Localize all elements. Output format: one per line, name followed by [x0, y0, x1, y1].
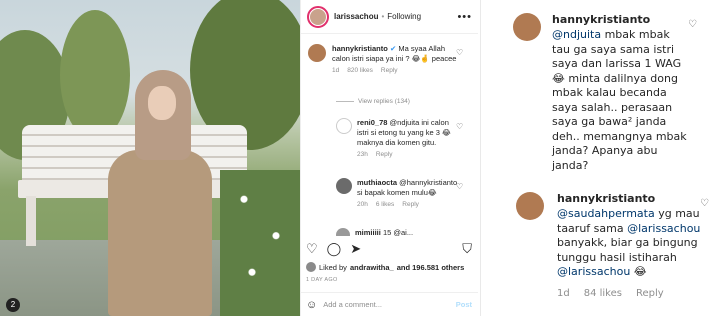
tree-mid — [60, 10, 130, 140]
reply-reni0_78: reni0_78 @ndjuita ini calon istri si eto… — [336, 118, 460, 158]
comment-time: 23h — [357, 151, 368, 158]
commenter-avatar[interactable] — [336, 118, 352, 134]
post-photo: 2 — [0, 0, 300, 316]
comment-username[interactable]: reni0_78 — [357, 118, 387, 127]
post-date: 1 DAY AGO — [306, 277, 338, 283]
comment-likes[interactable]: 820 likes — [347, 67, 373, 74]
author-username[interactable]: larissachou — [334, 12, 378, 21]
comment-time: 1d — [332, 67, 340, 74]
mention-link[interactable]: @saudahpermata — [557, 207, 655, 220]
comment-like-icon[interactable]: ♡ — [456, 122, 463, 131]
commenter-avatar[interactable] — [336, 178, 352, 194]
figure-face — [148, 86, 176, 120]
comment-input[interactable]: Add a comment... — [323, 300, 382, 309]
comment-icon[interactable]: ◯ — [327, 241, 342, 257]
commenter-avatar[interactable] — [308, 44, 326, 62]
zoom-like-icon[interactable]: ♡ — [688, 19, 697, 30]
liker-avatar[interactable] — [306, 262, 316, 272]
comment-reply-button[interactable]: Reply — [381, 67, 398, 74]
likes-others[interactable]: and 196.581 others — [397, 263, 465, 272]
reply-muthiaocta: muthiaocta @hannykristianto si bapak kom… — [336, 178, 460, 208]
author-avatar[interactable] — [307, 5, 329, 28]
comment-username[interactable]: hannykristianto — [332, 44, 388, 53]
comment-username[interactable]: mimiiiii — [355, 228, 381, 236]
comment-time: 20h — [357, 201, 368, 208]
commenter-avatar[interactable] — [336, 228, 350, 236]
header-separator: • — [381, 12, 385, 21]
verified-icon: ✔ — [389, 44, 397, 53]
bench-leg-left — [26, 196, 36, 246]
mention-link[interactable]: @ndjuita — [552, 28, 601, 41]
zoom-comment-top: hannykristianto @ndjuita mbak mbak tau g… — [513, 13, 688, 173]
flowers — [220, 170, 300, 316]
comment-like-icon[interactable]: ♡ — [456, 182, 463, 191]
zoom-like-icon[interactable]: ♡ — [700, 198, 709, 209]
more-options-icon[interactable]: ••• — [457, 11, 472, 23]
mention-link[interactable]: @larissachou — [627, 222, 700, 235]
zoom-comment-text: mbak mbak tau ga saya sama istri saya da… — [552, 28, 687, 172]
comment-reply-button[interactable]: Reply — [376, 151, 393, 158]
zoom-reply-button[interactable]: Reply — [636, 288, 664, 299]
replies-line — [336, 101, 354, 102]
emoji-icon[interactable]: ☺ — [306, 299, 317, 311]
comment-likes[interactable]: 6 likes — [376, 201, 394, 208]
comment-text: 15 @ai... — [382, 228, 414, 236]
zoom-username[interactable]: hannykristianto — [552, 13, 688, 26]
zoom-comment-time: 1d — [557, 287, 570, 299]
post-actions: ♡ ◯ ➤ ⛉ — [306, 240, 472, 258]
figure-dress — [108, 150, 212, 316]
zoom-username[interactable]: hannykristianto — [557, 192, 706, 205]
post-header: larissachou • Following ••• — [301, 0, 478, 34]
share-icon[interactable]: ➤ — [350, 241, 361, 257]
likes-summary: Liked by andrawitha_ and 196.581 others — [306, 262, 464, 272]
zoom-comment-text: banyakk, biar ga bingung tunggu hasil is… — [557, 236, 698, 264]
save-icon[interactable]: ⛉ — [462, 241, 472, 257]
view-replies-label: View replies (134) — [358, 98, 410, 105]
comment-reply-button[interactable]: Reply — [402, 201, 419, 208]
comment-like-icon[interactable]: ♡ — [456, 48, 463, 57]
comment-username[interactable]: muthiaocta — [357, 178, 397, 187]
mention-link[interactable]: @larissachou — [557, 265, 630, 278]
likes-prefix: Liked by — [319, 262, 347, 272]
photo-badge-icon[interactable]: 2 — [6, 298, 20, 312]
zoom-comment-bottom: hannykristianto @saudahpermata yg mau ta… — [516, 192, 706, 299]
post-comment-button[interactable]: Post — [456, 300, 472, 309]
zoom-avatar[interactable] — [513, 13, 541, 41]
zoom-avatar[interactable] — [516, 192, 544, 220]
panel-divider — [480, 0, 481, 316]
zoom-comment-likes[interactable]: 84 likes — [584, 288, 622, 299]
zoom-comment-text: 😂 — [630, 265, 647, 278]
liker-username[interactable]: andrawitha_ — [350, 263, 394, 272]
like-icon[interactable]: ♡ — [306, 241, 318, 257]
add-comment-bar: ☺ Add a comment... Post — [300, 292, 478, 316]
comment-hannykristianto: hannykristianto ✔ Ma syaa Allah calon is… — [308, 44, 458, 74]
reply-mimiiiii: mimiiiii 15 @ai... — [336, 228, 460, 236]
follow-state[interactable]: Following — [387, 12, 421, 21]
view-replies-button[interactable]: View replies (134) — [336, 98, 410, 105]
